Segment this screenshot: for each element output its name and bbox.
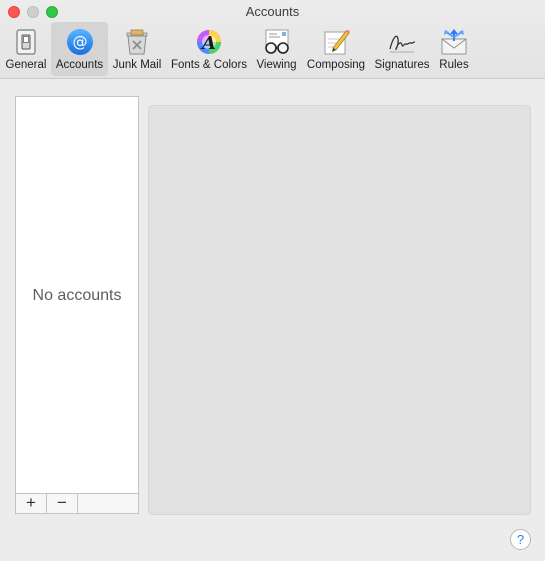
composing-pencil-icon: [321, 27, 351, 57]
tab-rules-label: Rules: [439, 59, 469, 71]
tab-composing-label: Composing: [306, 59, 366, 71]
general-switch-icon: [11, 27, 41, 57]
viewing-glasses-icon: [262, 27, 292, 57]
rules-envelope-icon: [439, 27, 469, 57]
window-title: Accounts: [245, 4, 300, 19]
svg-text:A: A: [200, 33, 216, 54]
title-toolbar-area: Accounts General @ Accounts Junk Mail A …: [0, 0, 545, 79]
tab-signatures[interactable]: Signatures: [372, 22, 432, 76]
add-account-button[interactable]: +: [16, 494, 47, 513]
actions-spacer: [78, 494, 138, 513]
tab-junk-mail-label: Junk Mail: [112, 59, 162, 71]
fonts-colors-icon: A: [194, 27, 224, 57]
tab-viewing[interactable]: Viewing: [253, 22, 300, 76]
accounts-list[interactable]: No accounts: [15, 96, 139, 494]
at-sign-icon: @: [65, 27, 95, 57]
tab-fonts-colors[interactable]: A Fonts & Colors: [167, 22, 251, 76]
help-button[interactable]: ?: [510, 529, 531, 550]
svg-text:@: @: [72, 33, 87, 51]
tab-accounts[interactable]: @ Accounts: [51, 22, 108, 76]
tab-general[interactable]: General: [3, 22, 49, 76]
remove-account-button[interactable]: −: [47, 494, 78, 513]
preferences-window: Accounts General @ Accounts Junk Mail A …: [0, 0, 545, 561]
tab-general-label: General: [5, 59, 47, 71]
tab-viewing-label: Viewing: [256, 59, 297, 71]
preferences-toolbar: General @ Accounts Junk Mail A Fonts & C…: [0, 22, 545, 76]
tab-fonts-colors-label: Fonts & Colors: [170, 59, 248, 71]
no-accounts-placeholder: No accounts: [32, 287, 122, 304]
tab-accounts-label: Accounts: [55, 59, 104, 71]
accounts-list-actions: + −: [15, 494, 139, 514]
tab-signatures-label: Signatures: [374, 59, 430, 71]
account-detail-pane: [148, 105, 531, 515]
signature-icon: [387, 27, 417, 57]
tab-rules[interactable]: Rules: [435, 22, 473, 76]
junk-mail-trash-icon: [122, 27, 152, 57]
tab-junk-mail[interactable]: Junk Mail: [110, 22, 164, 76]
tab-composing[interactable]: Composing: [304, 22, 368, 76]
